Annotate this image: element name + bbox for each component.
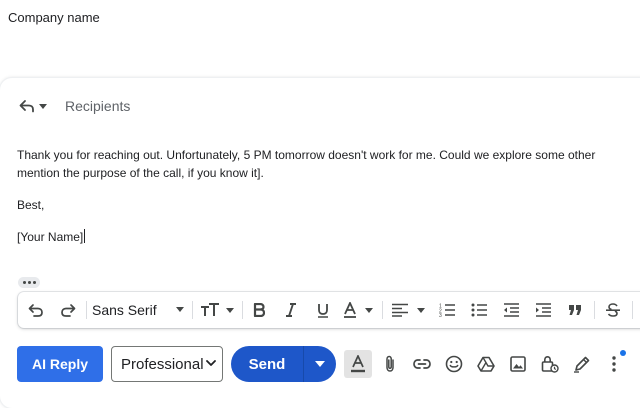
formatting-options-button[interactable]	[344, 350, 372, 378]
text-color-icon	[344, 302, 373, 318]
attach-button[interactable]	[376, 350, 404, 378]
dot-icon	[22, 281, 26, 284]
font-family-label: Sans Serif	[92, 302, 157, 318]
quote-button[interactable]	[564, 292, 586, 328]
align-icon	[392, 303, 425, 317]
underline-icon	[318, 303, 328, 318]
insert-drive-file-button[interactable]	[472, 350, 500, 378]
italic-button[interactable]	[280, 292, 302, 328]
underline-button[interactable]	[312, 292, 334, 328]
toolbar-divider	[594, 301, 595, 319]
tone-select[interactable]: Professional	[111, 346, 223, 382]
toolbar-divider	[242, 301, 243, 319]
insert-signature-button[interactable]	[568, 350, 596, 378]
send-options-button[interactable]	[304, 346, 336, 382]
chevron-down-icon	[176, 307, 184, 312]
undo-icon	[28, 304, 43, 317]
font-size-icon	[201, 303, 234, 316]
emoji-button[interactable]	[440, 350, 468, 378]
show-trimmed-content-button[interactable]	[18, 277, 40, 288]
confidential-lock-icon	[541, 355, 559, 373]
reply-icon[interactable]	[18, 97, 36, 115]
company-name: Company name	[8, 10, 100, 25]
ai-reply-button[interactable]: AI Reply	[17, 346, 103, 382]
dot-icon	[32, 281, 36, 284]
indent-more-button[interactable]	[532, 292, 554, 328]
toolbar-divider	[86, 301, 87, 319]
bold-icon	[253, 303, 265, 317]
bulleted-list-icon	[471, 303, 487, 317]
indent-more-icon	[536, 303, 551, 317]
indent-less-icon	[504, 303, 519, 317]
signature-pen-icon	[574, 356, 590, 373]
body-closing: Best,	[17, 198, 45, 212]
redo-button[interactable]	[56, 292, 80, 328]
message-body[interactable]: Thank you for reaching out. Unfortunatel…	[17, 146, 640, 246]
tone-selected-value: Professional	[121, 355, 204, 373]
toolbar-divider	[632, 301, 633, 319]
recipients-row[interactable]: Recipients	[18, 96, 130, 116]
chevron-down-icon	[206, 360, 216, 366]
signature-text: [Your Name]	[17, 230, 84, 244]
send-button[interactable]: Send	[231, 346, 303, 382]
numbered-list-icon: 123	[439, 304, 455, 317]
dot-icon	[27, 281, 31, 284]
text-format-icon	[351, 355, 365, 373]
bulleted-list-button[interactable]	[468, 292, 490, 328]
chevron-down-icon[interactable]	[38, 97, 48, 115]
undo-button[interactable]	[24, 292, 48, 328]
toolbar-divider	[192, 301, 193, 319]
text-cursor	[84, 229, 86, 243]
confidential-mode-button[interactable]	[536, 350, 564, 378]
font-family-select[interactable]: Sans Serif	[92, 292, 188, 328]
strikethrough-icon	[606, 303, 620, 317]
drive-icon	[477, 356, 495, 372]
recipients-field[interactable]: Recipients	[65, 98, 130, 114]
numbered-list-button[interactable]: 123	[436, 292, 458, 328]
more-vert-icon	[612, 356, 616, 372]
align-button[interactable]	[388, 292, 428, 328]
formatting-toolbar: Sans Serif 123	[18, 292, 640, 328]
link-icon	[413, 359, 431, 369]
indent-less-button[interactable]	[500, 292, 522, 328]
svg-text:3: 3	[439, 313, 442, 317]
insert-photo-button[interactable]	[504, 350, 532, 378]
insert-link-button[interactable]	[408, 350, 436, 378]
italic-icon	[286, 303, 296, 317]
bold-button[interactable]	[248, 292, 270, 328]
body-line: Thank you for reaching out. Unfortunatel…	[17, 148, 596, 162]
send-button-group: Send	[231, 346, 336, 382]
body-line: mention the purpose of the call, if you …	[17, 166, 264, 180]
chevron-down-icon	[315, 361, 325, 367]
text-color-button[interactable]	[342, 292, 376, 328]
body-signature: [Your Name]	[17, 228, 640, 246]
attach-icon	[386, 355, 394, 372]
photo-icon	[510, 356, 526, 372]
notification-dot	[620, 350, 626, 356]
quote-icon	[569, 305, 581, 315]
toolbar-divider	[382, 301, 383, 319]
strikethrough-button[interactable]	[602, 292, 624, 328]
font-size-button[interactable]	[198, 292, 236, 328]
redo-icon	[61, 304, 76, 317]
emoji-icon	[445, 355, 463, 373]
